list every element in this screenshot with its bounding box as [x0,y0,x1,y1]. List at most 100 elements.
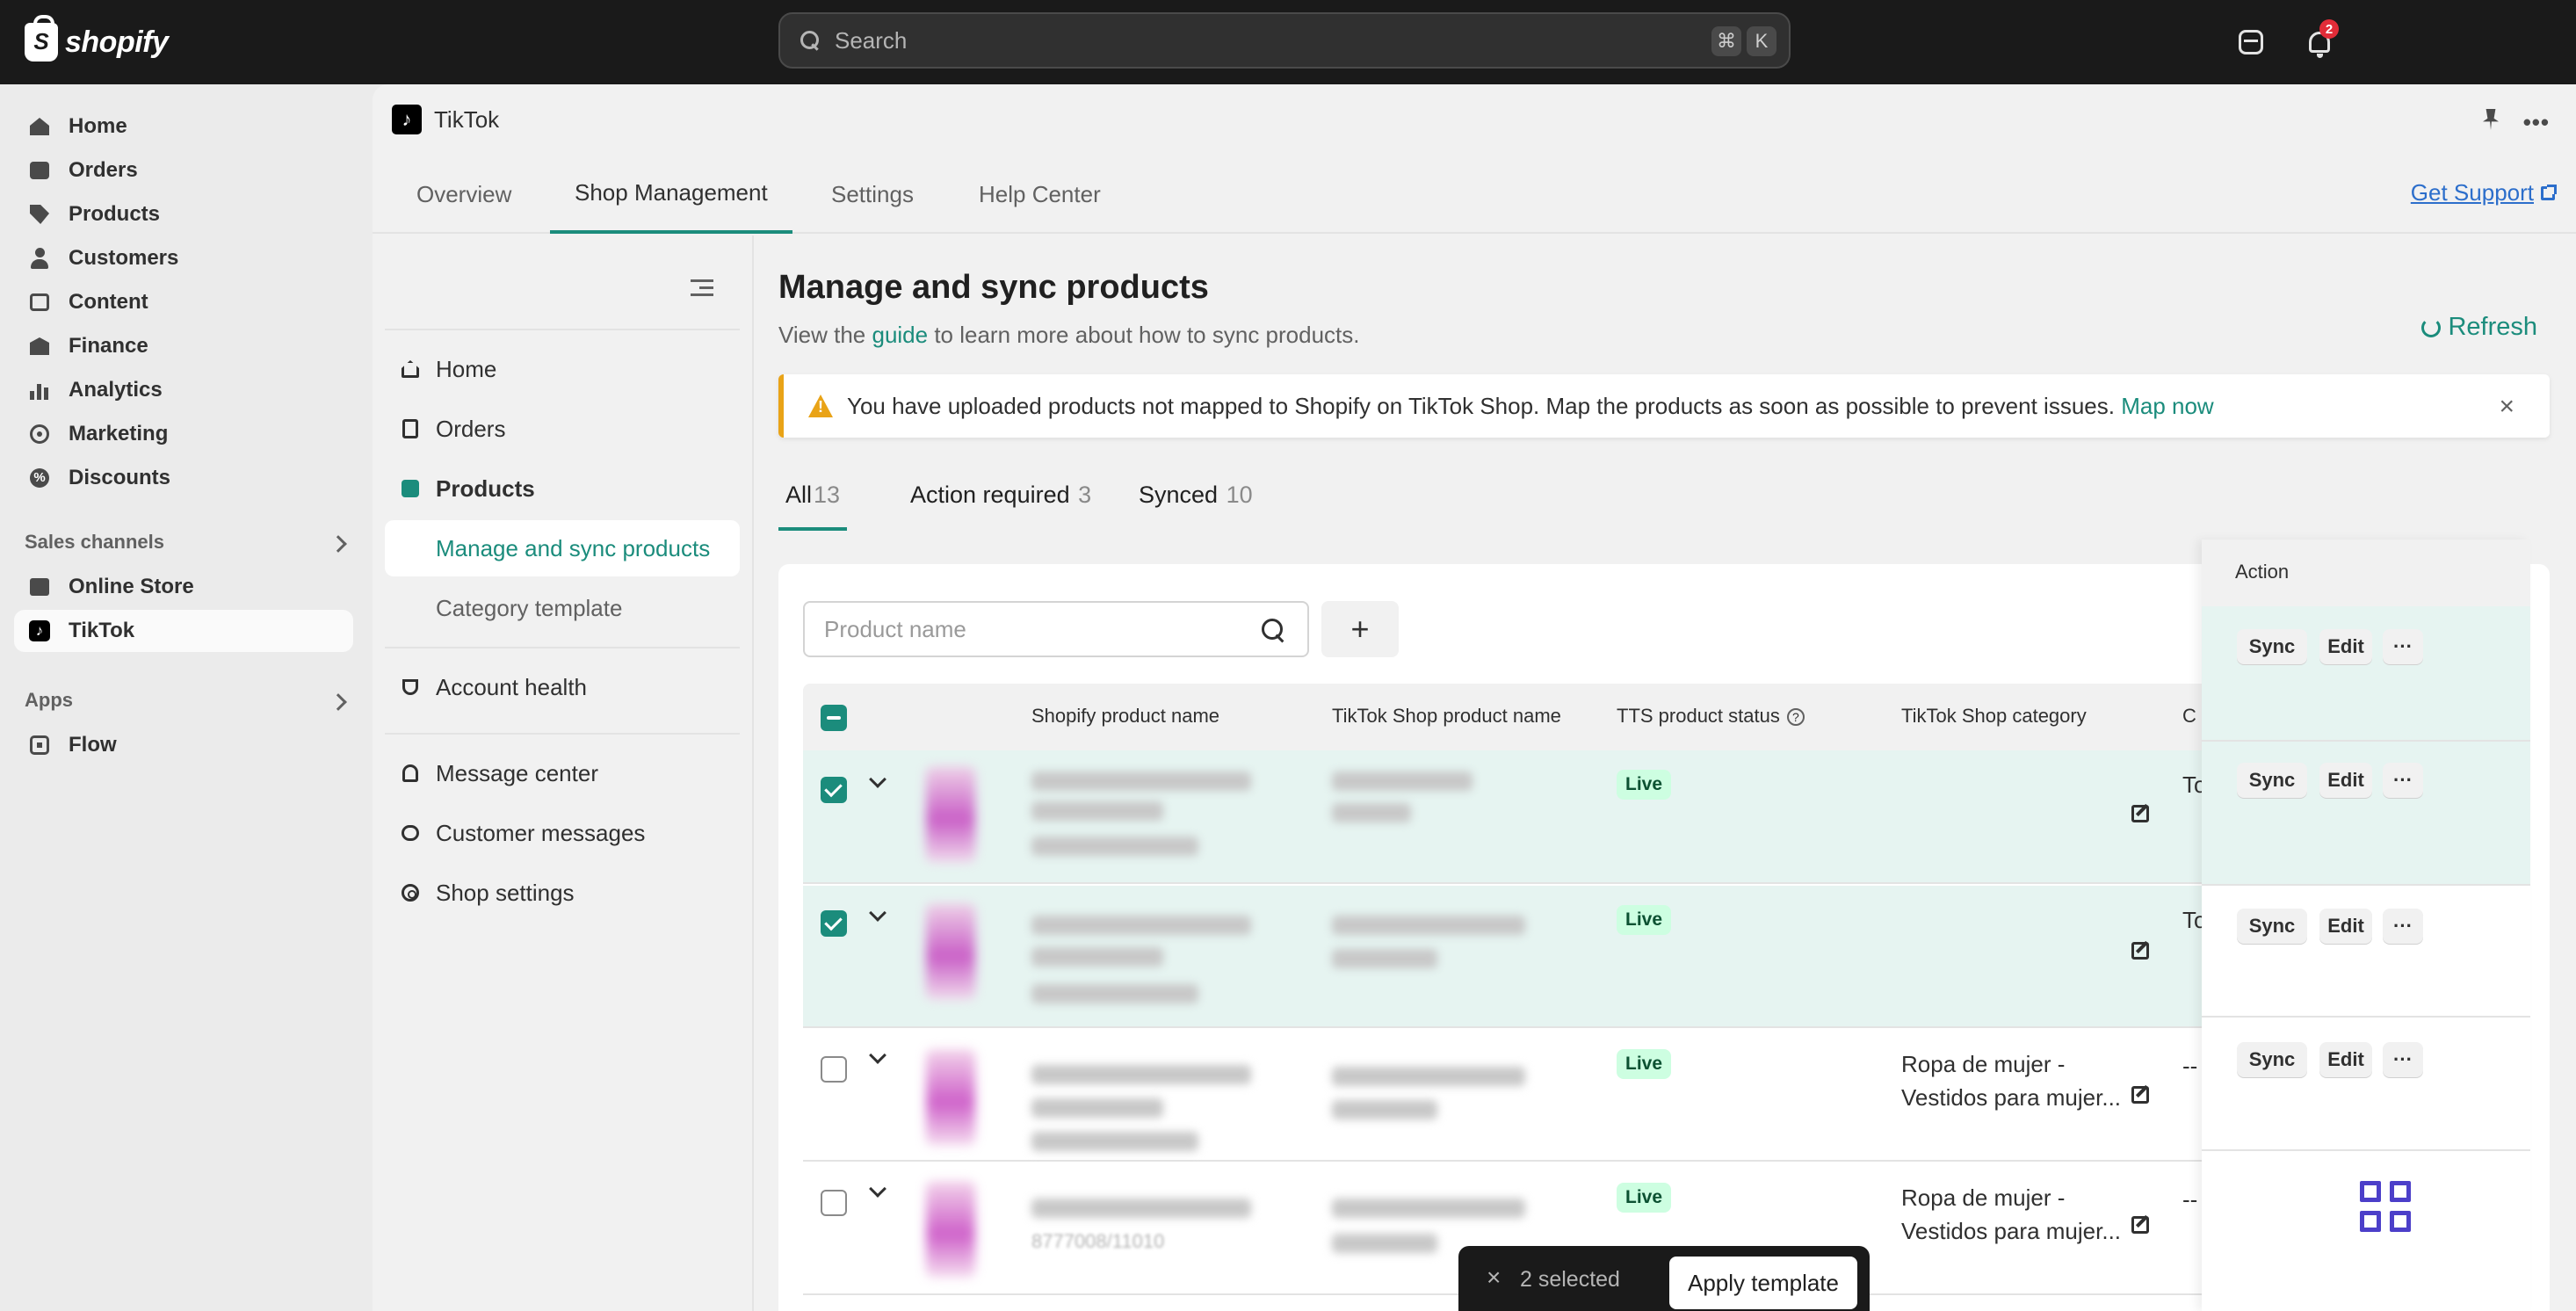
sidebar-item-finance[interactable]: Finance [14,325,353,367]
store-icon [28,576,51,598]
search-icon[interactable] [1262,619,1286,643]
blurred-product-name [1031,947,1163,967]
filter-tab-label: Action required [910,482,1070,508]
divider [385,647,740,648]
warning-banner: You have uploaded products not mapped to… [778,374,2550,438]
get-support-link[interactable]: Get Support [2411,179,2557,206]
category-line: Vestidos para mujer... [1901,1218,2122,1244]
collapse-sidebar-icon[interactable] [691,279,713,297]
product-name-search-input[interactable]: Product name [803,601,1309,657]
add-filter-button[interactable]: + [1321,601,1399,657]
row-checkbox[interactable] [821,1056,847,1083]
guide-link[interactable]: guide [872,322,928,348]
app-nav-category-template[interactable]: Category template [385,580,740,636]
app-tabs: Overview Shop Management Settings Help C… [373,155,2576,234]
edit-button[interactable]: Edit [2319,1042,2372,1077]
sidebar-item-online-store[interactable]: Online Store [14,566,353,608]
more-actions-button[interactable]: ··· [2383,629,2423,664]
pin-icon[interactable] [2483,109,2499,130]
clear-selection-icon[interactable]: × [1487,1264,1501,1292]
chevron-right-icon[interactable] [329,535,347,553]
blurred-tiktok-name [1332,949,1437,968]
apps-heading[interactable]: Apps [25,689,73,712]
edit-category-icon[interactable] [2131,942,2149,960]
sidebar-item-analytics[interactable]: Analytics [14,369,353,411]
shopify-logo[interactable]: shopify [25,15,169,65]
app-nav-products[interactable]: Products [385,460,740,517]
filter-tab-count: 10 [1226,482,1253,508]
sidebar-item-label: Orders [69,158,138,182]
chevron-down-icon[interactable] [869,904,886,922]
edit-category-icon[interactable] [2131,1216,2149,1234]
sidebar-item-marketing[interactable]: Marketing [14,413,353,455]
tab-settings[interactable]: Settings [831,155,914,234]
subtitle-text: to learn more about how to sync products… [928,322,1360,348]
filter-tab-action-required[interactable]: Action required 3 [910,482,1091,531]
chevron-right-icon[interactable] [329,693,347,711]
chevron-down-icon[interactable] [869,1047,886,1064]
sync-button[interactable]: Sync [2237,1042,2307,1077]
tab-overview[interactable]: Overview [416,155,511,234]
row-checkbox[interactable] [821,1190,847,1216]
sync-button[interactable]: Sync [2237,629,2307,664]
filter-tab-synced[interactable]: Synced 10 [1139,482,1253,531]
sync-button[interactable]: Sync [2237,763,2307,798]
close-icon[interactable]: × [2499,392,2514,422]
search-placeholder: Search [835,26,908,54]
sidebar-item-customers[interactable]: Customers [14,237,353,279]
sidebar-item-home[interactable]: Home [14,105,353,148]
app-nav-label: Home [436,355,497,382]
global-search[interactable]: Search ⌘ K [778,12,1791,69]
app-nav-manage-sync[interactable]: Manage and sync products [385,520,740,576]
sales-channels-heading[interactable]: Sales channels [25,531,164,554]
edit-button[interactable]: Edit [2319,909,2372,944]
edit-button[interactable]: Edit [2319,629,2372,664]
sidebar-item-products[interactable]: Products [14,193,353,235]
more-options-icon[interactable]: ••• [2523,109,2550,136]
app-nav-shop-settings[interactable]: Shop settings [385,865,740,921]
row-checkbox[interactable] [821,777,847,803]
app-nav-customer-messages[interactable]: Customer messages [385,805,740,861]
sidebar-item-tiktok[interactable]: ♪ TikTok [14,610,353,652]
select-all-checkbox[interactable] [821,705,847,731]
tab-shop-management[interactable]: Shop Management [550,155,792,234]
sync-button[interactable]: Sync [2237,909,2307,944]
sidebar-item-label: Products [69,202,161,226]
filter-tab-count: 3 [1078,482,1092,508]
app-sidebar: Home Orders Products Manage and sync pro… [373,235,754,1311]
apply-template-button[interactable]: Apply template [1669,1257,1857,1309]
category-line: Ropa de mujer - [1901,1051,2066,1077]
app-nav-label: Message center [436,759,598,786]
map-now-link[interactable]: Map now [2121,393,2214,420]
more-actions-button[interactable]: ··· [2383,1042,2423,1077]
app-nav-account-health[interactable]: Account health [385,659,740,715]
refresh-button[interactable]: Refresh [2421,313,2537,342]
filter-tab-all[interactable]: All 13 [778,482,848,531]
app-nav-home[interactable]: Home [385,341,740,397]
blurred-product-sku [1031,1132,1198,1151]
app-nav-orders[interactable]: Orders [385,401,740,457]
sidebar-item-label: Home [69,114,127,138]
sidebar-item-flow[interactable]: Flow [14,724,353,766]
sidebar-item-orders[interactable]: Orders [14,149,353,192]
chevron-down-icon[interactable] [869,1180,886,1198]
app-nav-message-center[interactable]: Message center [385,745,740,801]
help-icon[interactable]: ? [1786,708,1805,727]
store-switcher-button[interactable] [2233,25,2268,60]
sidebar-item-content[interactable]: Content [14,281,353,323]
tab-help-center[interactable]: Help Center [979,155,1101,234]
chevron-down-icon[interactable] [869,771,886,788]
row-checkbox[interactable] [821,910,847,937]
chart-icon [28,379,51,402]
grid-overlay-icon[interactable] [2360,1181,2413,1234]
edit-category-icon[interactable] [2131,1086,2149,1104]
product-thumbnail [926,1049,975,1146]
sidebar-item-label: Flow [69,733,117,757]
sidebar-item-discounts[interactable]: Discounts [14,457,353,499]
edit-button[interactable]: Edit [2319,763,2372,798]
more-actions-button[interactable]: ··· [2383,909,2423,944]
edit-category-icon[interactable] [2131,805,2149,822]
more-actions-button[interactable]: ··· [2383,763,2423,798]
external-link-icon [2541,184,2557,200]
c-value: -- [2182,1186,2198,1213]
